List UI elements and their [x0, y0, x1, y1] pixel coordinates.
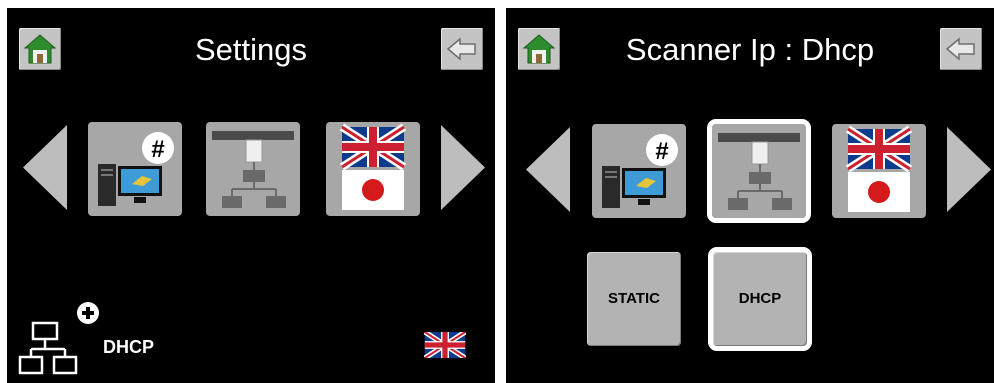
settings-screen: Settings # DHCP	[7, 8, 495, 383]
back-button[interactable]	[441, 28, 483, 70]
page-title: Settings	[194, 32, 307, 67]
network-mode-label: DHCP	[103, 337, 155, 357]
back-arrow-icon	[446, 37, 476, 61]
language-flags-icon	[845, 125, 913, 212]
static-button[interactable]: STATIC	[587, 252, 681, 346]
scanner-network-tile[interactable]	[206, 122, 300, 216]
language-tile[interactable]	[832, 124, 926, 218]
chevron-right-icon	[947, 127, 991, 212]
network-add-icon	[18, 302, 99, 375]
scroll-right-arrow[interactable]	[441, 125, 486, 210]
scroll-left-arrow[interactable]	[23, 125, 68, 210]
scroll-right-arrow[interactable]	[947, 127, 992, 212]
svg-text:#: #	[655, 138, 668, 165]
chevron-left-icon	[526, 127, 570, 212]
computer-hash-icon: #	[98, 132, 174, 206]
scanner-network-icon	[212, 131, 294, 208]
computer-hash-icon: #	[602, 134, 678, 208]
dhcp-button[interactable]: DHCP	[708, 247, 812, 351]
back-button[interactable]	[940, 28, 982, 70]
scroll-left-arrow[interactable]	[526, 127, 571, 212]
home-button[interactable]	[19, 28, 61, 70]
page-title: Scanner Ip : Dhcp	[625, 32, 875, 67]
scanner-ip-screen: Scanner Ip : Dhcp # STATIC DHCP	[506, 8, 994, 383]
scanner-network-icon	[718, 133, 800, 210]
home-button[interactable]	[518, 28, 560, 70]
network-settings-tile[interactable]: #	[88, 122, 182, 216]
scanner-network-tile[interactable]	[707, 119, 811, 223]
svg-text:#: #	[151, 136, 164, 163]
network-settings-tile[interactable]: #	[592, 124, 686, 218]
back-arrow-icon	[945, 37, 975, 61]
chevron-right-icon	[441, 125, 485, 210]
language-flags-icon	[339, 123, 407, 210]
uk-flag-icon	[424, 332, 466, 358]
language-tile[interactable]	[326, 122, 420, 216]
home-icon	[522, 34, 556, 64]
home-icon	[23, 34, 57, 64]
chevron-left-icon	[23, 125, 67, 210]
